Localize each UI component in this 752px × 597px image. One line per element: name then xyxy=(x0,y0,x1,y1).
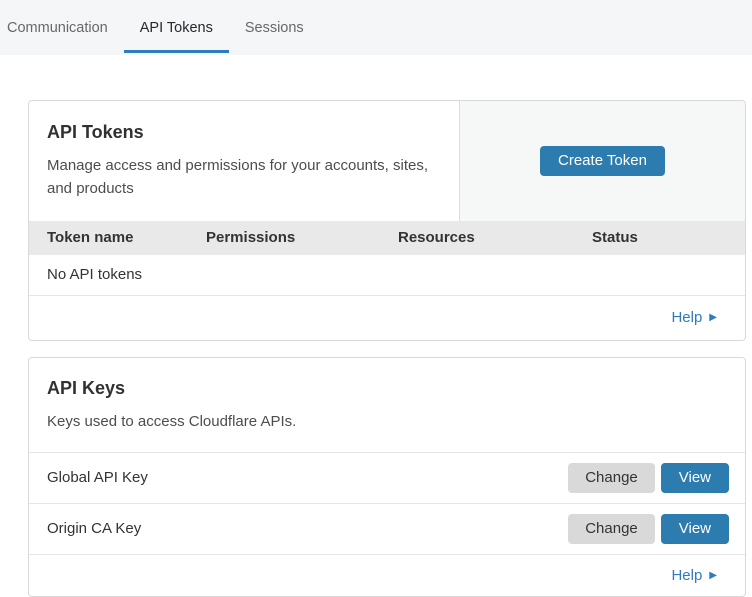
tab-communication[interactable]: Communication xyxy=(7,0,124,55)
page-content: API Tokens Manage access and permissions… xyxy=(0,55,752,597)
api-key-row-global: Global API Key Change View xyxy=(29,453,745,504)
api-keys-description: Keys used to access Cloudflare APIs. xyxy=(47,410,727,433)
api-key-actions-global: Change View xyxy=(568,463,729,493)
api-tokens-title: API Tokens xyxy=(47,122,429,143)
change-origin-ca-key-button[interactable]: Change xyxy=(568,514,655,544)
tab-sessions[interactable]: Sessions xyxy=(229,0,320,55)
help-arrow-icon: ▶ xyxy=(709,570,717,581)
change-global-api-key-button[interactable]: Change xyxy=(568,463,655,493)
api-keys-title: API Keys xyxy=(47,378,727,399)
active-tab-underline xyxy=(124,50,229,53)
api-key-row-origin-ca: Origin CA Key Change View xyxy=(29,504,745,555)
api-key-actions-origin-ca: Change View xyxy=(568,514,729,544)
api-tokens-card-header: API Tokens Manage access and permissions… xyxy=(29,101,745,221)
api-keys-card-header: API Keys Keys used to access Cloudflare … xyxy=(29,358,745,453)
column-header-permissions: Permissions xyxy=(206,229,398,246)
column-header-resources: Resources xyxy=(398,229,592,246)
help-arrow-icon: ▶ xyxy=(709,312,717,323)
api-tokens-help-link[interactable]: Help ▶ xyxy=(671,309,717,326)
tab-api-tokens-label: API Tokens xyxy=(140,20,213,36)
tokens-table-header: Token name Permissions Resources Status xyxy=(29,221,745,255)
api-keys-card: API Keys Keys used to access Cloudflare … xyxy=(28,357,746,597)
view-origin-ca-key-button[interactable]: View xyxy=(661,514,729,544)
api-tokens-card-footer: Help ▶ xyxy=(29,296,745,340)
api-tokens-card-action-panel: Create Token xyxy=(460,101,745,221)
tokens-empty-message: No API tokens xyxy=(47,266,142,283)
column-header-status: Status xyxy=(592,229,745,246)
create-token-button[interactable]: Create Token xyxy=(540,146,665,176)
api-tokens-card: API Tokens Manage access and permissions… xyxy=(28,100,746,341)
api-key-name-global: Global API Key xyxy=(47,469,568,486)
profile-tab-bar: Communication API Tokens Sessions xyxy=(0,0,752,55)
api-tokens-card-header-text: API Tokens Manage access and permissions… xyxy=(29,101,460,221)
tab-api-tokens[interactable]: API Tokens xyxy=(124,0,229,55)
api-tokens-help-label: Help xyxy=(671,309,702,326)
tab-communication-label: Communication xyxy=(7,20,108,36)
tab-sessions-label: Sessions xyxy=(245,20,304,36)
tokens-empty-row: No API tokens xyxy=(29,255,745,296)
column-header-token-name: Token name xyxy=(47,229,206,246)
view-global-api-key-button[interactable]: View xyxy=(661,463,729,493)
api-key-name-origin-ca: Origin CA Key xyxy=(47,520,568,537)
api-keys-help-link[interactable]: Help ▶ xyxy=(671,567,717,584)
api-tokens-description: Manage access and permissions for your a… xyxy=(47,154,429,201)
api-keys-card-footer: Help ▶ xyxy=(29,555,745,596)
api-keys-help-label: Help xyxy=(671,567,702,584)
